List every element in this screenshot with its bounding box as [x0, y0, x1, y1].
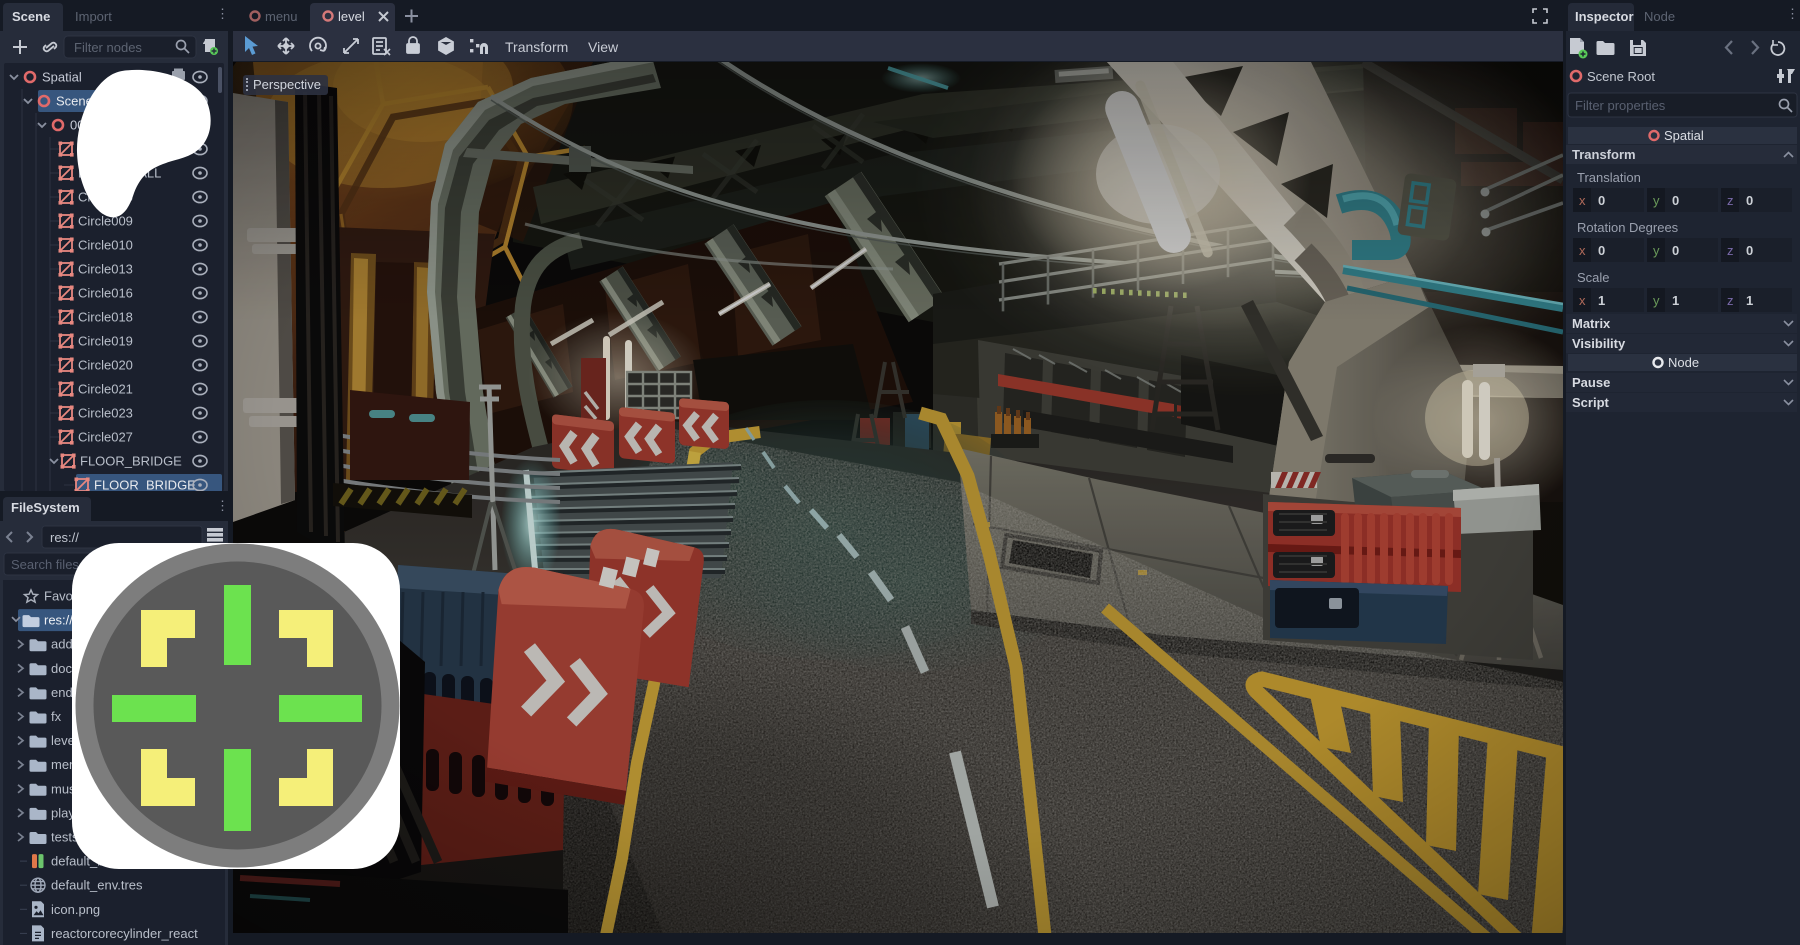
svg-text:Translation: Translation — [1577, 170, 1641, 185]
svg-text:default_env.tres: default_env.tres — [51, 878, 143, 893]
svg-text:Circle019: Circle019 — [78, 334, 133, 349]
svg-text:reactorcorecylinder_react: reactorcorecylinder_react — [51, 926, 198, 941]
svg-text:0: 0 — [1672, 243, 1679, 258]
svg-text:Rotation Degrees: Rotation Degrees — [1577, 220, 1679, 235]
svg-text:Circle023: Circle023 — [78, 406, 133, 421]
svg-text:0: 0 — [1598, 193, 1605, 208]
svg-text:z: z — [1727, 243, 1734, 258]
svg-text:0: 0 — [1672, 193, 1679, 208]
svg-text:Node: Node — [1668, 355, 1699, 370]
svg-text:x: x — [1579, 293, 1586, 308]
svg-text:fx: fx — [51, 709, 62, 724]
svg-text:Visibility: Visibility — [1572, 336, 1626, 351]
svg-text:Filter properties: Filter properties — [1575, 98, 1666, 113]
svg-text:Circle016: Circle016 — [78, 286, 133, 301]
svg-text:Circle027: Circle027 — [78, 430, 133, 445]
svg-text:x: x — [1579, 193, 1586, 208]
svg-text:y: y — [1653, 243, 1660, 258]
svg-text:Circle021: Circle021 — [78, 382, 133, 397]
svg-text:y: y — [1653, 193, 1660, 208]
svg-text:res://: res:// — [44, 613, 73, 628]
svg-text:Pause: Pause — [1572, 375, 1610, 390]
svg-text:Circle018: Circle018 — [78, 310, 133, 325]
svg-text:Circle010: Circle010 — [78, 238, 133, 253]
svg-text:Scale: Scale — [1577, 270, 1610, 285]
svg-text:Spatial: Spatial — [1664, 128, 1704, 143]
svg-text:Search files: Search files — [11, 557, 79, 572]
svg-text:Matrix: Matrix — [1572, 316, 1611, 331]
svg-text:y: y — [1653, 293, 1660, 308]
svg-text:0: 0 — [1746, 243, 1753, 258]
svg-text:FLOOR_BRIDGE: FLOOR_BRIDGE — [80, 454, 182, 469]
svg-text:FLOOR_BRIDGE: FLOOR_BRIDGE — [94, 478, 196, 492]
svg-text:x: x — [1579, 243, 1586, 258]
svg-text:z: z — [1727, 293, 1734, 308]
svg-text:Scene Root: Scene Root — [1587, 69, 1655, 84]
svg-text:0: 0 — [1598, 243, 1605, 258]
svg-text:1: 1 — [1598, 293, 1605, 308]
svg-text:1: 1 — [1672, 293, 1679, 308]
svg-text:Circle020: Circle020 — [78, 358, 133, 373]
svg-text:0: 0 — [1746, 193, 1753, 208]
svg-text:Transform: Transform — [1572, 147, 1636, 162]
svg-text:Script: Script — [1572, 395, 1610, 410]
svg-text:end: end — [51, 685, 73, 700]
svg-text:icon.png: icon.png — [51, 902, 100, 917]
svg-text:z: z — [1727, 193, 1734, 208]
svg-text:1: 1 — [1746, 293, 1753, 308]
svg-text:Circle013: Circle013 — [78, 262, 133, 277]
